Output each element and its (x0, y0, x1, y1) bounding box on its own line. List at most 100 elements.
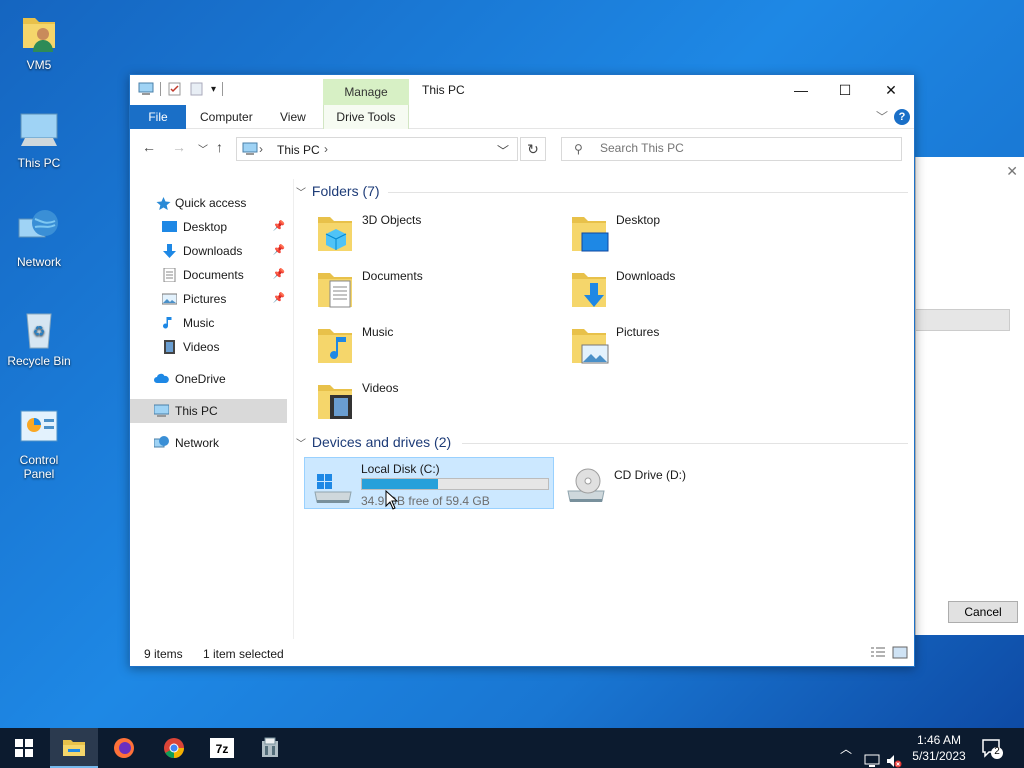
breadcrumb-separator-icon[interactable]: › (259, 142, 263, 156)
clock-date: 5/31/2023 (912, 749, 966, 763)
volume-muted-icon[interactable] (886, 741, 902, 768)
details-view-icon[interactable] (870, 646, 886, 659)
up-arrow-icon[interactable]: ↑ (216, 139, 223, 155)
refresh-button[interactable]: ↻ (520, 137, 546, 161)
pin-icon[interactable]: 📌 (273, 215, 285, 239)
firefox-icon (114, 738, 134, 758)
3d-objects-folder-icon (318, 217, 352, 251)
taskbar-chrome[interactable] (150, 728, 198, 768)
music-folder-icon (318, 329, 352, 363)
cancel-button[interactable]: Cancel (948, 601, 1018, 623)
forward-arrow-icon[interactable]: → (172, 139, 186, 155)
search-box[interactable]: ⚲ (561, 137, 902, 161)
tab-manage[interactable]: Manage (323, 79, 409, 105)
action-center-button[interactable]: 2 (980, 736, 1004, 760)
breadcrumb-chevron-icon[interactable]: › (324, 142, 328, 156)
download-arrow-icon (163, 244, 176, 258)
drive-label: CD Drive (D:) (614, 468, 686, 482)
large-icons-view-icon[interactable] (892, 646, 908, 659)
network-icon (154, 436, 169, 448)
taskbar-app[interactable] (246, 728, 294, 768)
maximize-button[interactable]: ☐ (822, 75, 868, 105)
new-folder-icon[interactable] (189, 82, 205, 96)
address-bar[interactable]: › This PC › ﹀ (236, 137, 518, 161)
taskbar: 7z ︿ 1:46 AM 5/31/2023 2 (0, 728, 1024, 768)
control-panel-icon (17, 405, 61, 449)
help-icon[interactable]: ? (894, 109, 910, 125)
nav-item-videos[interactable]: Videos (130, 335, 287, 359)
customize-dropdown-icon[interactable]: ▾ (211, 84, 216, 95)
nav-item-quick-access[interactable]: Quick access (130, 191, 287, 215)
taskbar-7zip[interactable]: 7z (198, 728, 246, 768)
desktop-icon-this-pc[interactable]: This PC (4, 108, 74, 170)
computer-icon (138, 82, 154, 95)
computer-icon (17, 108, 61, 152)
chevron-down-icon[interactable]: ﹀ (296, 439, 306, 450)
navigation-bar: ← → ﹀ ↑ › This PC › ﹀ ↻ ⚲ (130, 129, 914, 167)
drive-local-disk-c[interactable]: Local Disk (C:) 34.9 GB free of 59.4 GB (304, 457, 554, 509)
downloads-folder-icon (572, 273, 606, 307)
title-bar: ▾ Manage This PC — ☐ ✕ (130, 75, 914, 105)
window-title: This PC (422, 83, 465, 97)
start-button[interactable] (0, 728, 48, 768)
desktop-folder-icon (572, 217, 609, 252)
network-globe-icon (17, 207, 61, 251)
item-count: 9 items (144, 647, 183, 661)
desktop-icon-control-panel[interactable]: Control Panel (4, 405, 74, 481)
nav-item-desktop[interactable]: Desktop 📌 (130, 215, 287, 239)
properties-icon[interactable] (167, 82, 183, 96)
minimize-button[interactable]: — (778, 75, 824, 105)
dialog-field[interactable] (916, 309, 1010, 331)
show-hidden-icons-icon[interactable]: ︿ (840, 740, 852, 768)
desktop-icon-label: VM5 (26, 58, 52, 72)
pin-icon[interactable]: 📌 (273, 287, 285, 311)
taskbar-firefox[interactable] (100, 728, 148, 768)
folder-downloads[interactable]: Downloads (550, 263, 790, 313)
7zip-icon: 7z (210, 738, 234, 758)
desktop-icon-label: Network (16, 255, 61, 269)
close-icon[interactable]: ✕ (1006, 163, 1018, 180)
folder-desktop[interactable]: Desktop (550, 207, 790, 257)
notification-count-badge: 2 (994, 746, 1000, 757)
search-input[interactable] (600, 141, 890, 155)
chevron-down-icon[interactable]: ﹀ (497, 142, 509, 159)
group-header-folders[interactable]: ﹀ Folders (7) (296, 183, 908, 199)
file-explorer-window: ▾ Manage This PC — ☐ ✕ File Computer Vie… (129, 74, 915, 667)
folder-3d-objects[interactable]: 3D Objects (296, 207, 536, 257)
desktop-icon-vm5[interactable]: VM5 (4, 10, 74, 72)
expand-ribbon-icon[interactable]: ﹀ (876, 108, 888, 125)
pin-icon[interactable]: 📌 (273, 263, 285, 287)
tab-drive-tools[interactable]: Drive Tools (323, 105, 409, 129)
nav-item-music[interactable]: Music (130, 311, 287, 335)
chrome-icon (164, 738, 185, 759)
breadcrumb[interactable]: This PC (277, 143, 320, 157)
chevron-down-icon[interactable]: ﹀ (296, 188, 306, 199)
drive-cd-d[interactable]: CD Drive (D:) (558, 457, 758, 509)
nav-item-network[interactable]: Network (130, 431, 287, 455)
desktop-icon-recycle-bin[interactable]: ♻ Recycle Bin (4, 306, 74, 368)
back-arrow-icon[interactable]: ← (142, 139, 156, 155)
system-clock[interactable]: 1:46 AM 5/31/2023 (908, 732, 970, 764)
desktop-icon-label: Control Panel (19, 453, 59, 481)
recycle-bin-icon: ♻ (17, 306, 61, 350)
nav-item-documents[interactable]: Documents 📌 (130, 263, 287, 287)
recent-locations-icon[interactable]: ﹀ (198, 141, 208, 156)
nav-item-this-pc[interactable]: This PC (130, 399, 287, 423)
folder-music[interactable]: Music (296, 319, 536, 369)
tab-file[interactable]: File (130, 105, 186, 129)
network-status-icon[interactable] (864, 741, 880, 768)
pin-icon[interactable]: 📌 (273, 239, 285, 263)
folder-documents[interactable]: Documents (296, 263, 536, 313)
taskbar-file-explorer[interactable] (50, 728, 98, 768)
nav-item-onedrive[interactable]: OneDrive (130, 367, 287, 391)
tab-view[interactable]: View (280, 105, 306, 129)
nav-item-downloads[interactable]: Downloads 📌 (130, 239, 287, 263)
close-button[interactable]: ✕ (868, 75, 914, 105)
background-dialog: ✕ Cancel (915, 157, 1024, 635)
folder-videos[interactable]: Videos (296, 375, 536, 425)
nav-item-pictures[interactable]: Pictures 📌 (130, 287, 287, 311)
tab-computer[interactable]: Computer (200, 105, 253, 129)
desktop-icon-network[interactable]: Network (4, 207, 74, 269)
group-header-devices-and-drives[interactable]: ﹀ Devices and drives (2) (296, 434, 908, 450)
folder-pictures[interactable]: Pictures (550, 319, 790, 369)
